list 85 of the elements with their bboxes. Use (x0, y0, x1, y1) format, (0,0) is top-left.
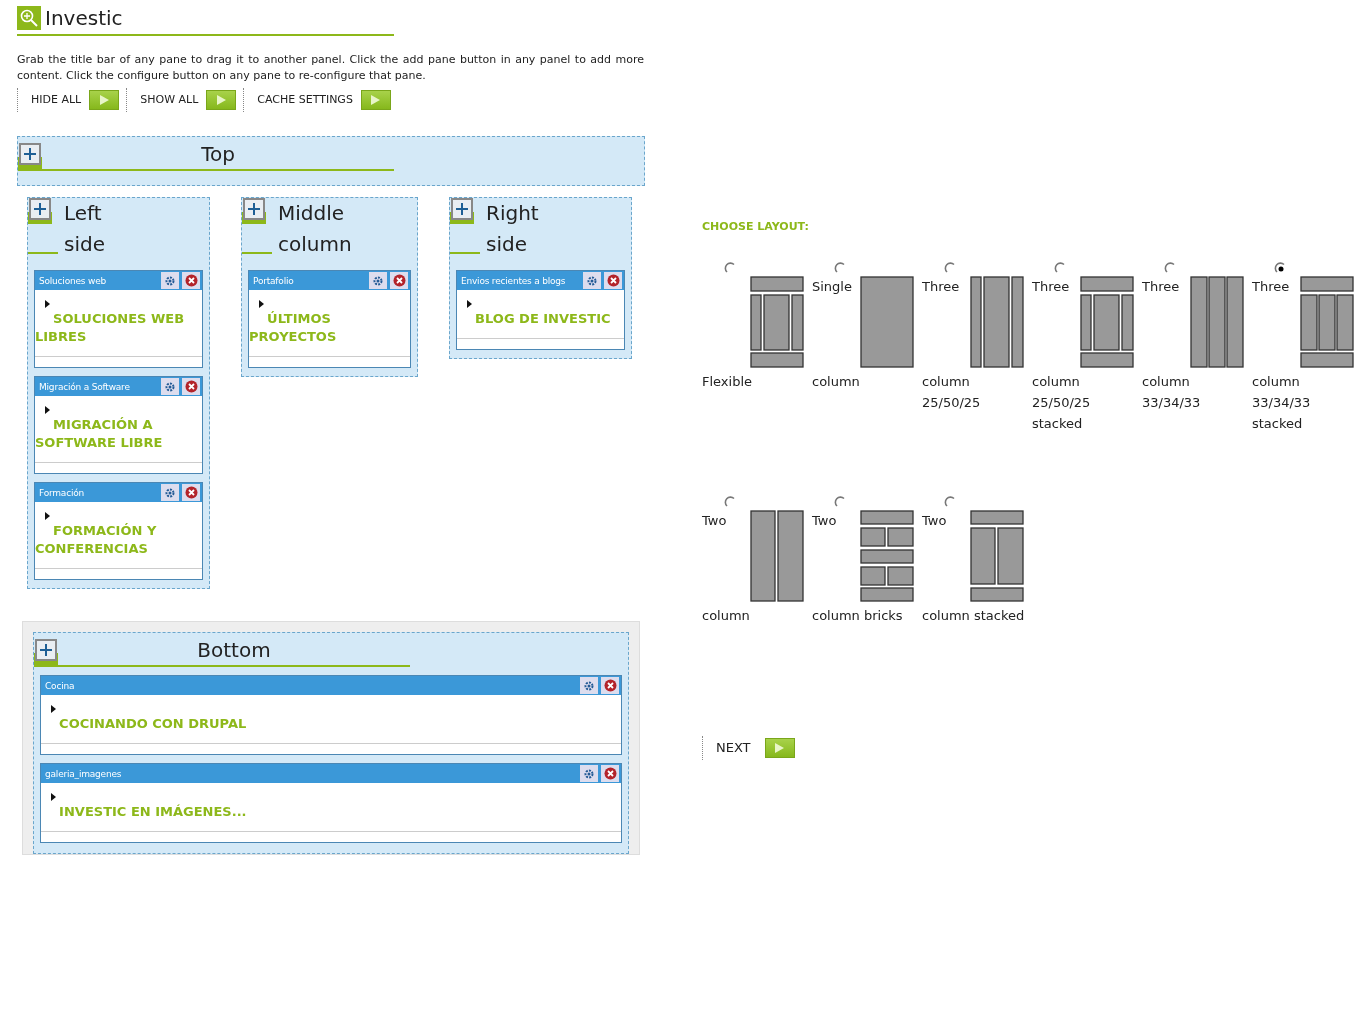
layout-caption: column 33/34/33 (1142, 372, 1202, 412)
action-label: CACHE SETTINGS (257, 91, 353, 108)
caret-icon (45, 406, 50, 414)
region-title: Top (200, 141, 236, 168)
settings-button[interactable] (369, 272, 387, 289)
go-button[interactable] (360, 90, 391, 110)
close-button[interactable] (601, 677, 619, 694)
gear-icon (583, 679, 595, 692)
description-text: Grab the title bar of any pane to drag it to another panel. Click the add pane button in any panel to add more content. Click the configure button on any pane to re-configure that pane. (17, 52, 644, 84)
region-title: Left side (64, 200, 105, 258)
close-button[interactable] (182, 484, 200, 501)
caret-icon (259, 300, 264, 308)
close-button[interactable] (390, 272, 408, 289)
close-button[interactable] (182, 272, 200, 289)
region-title: Right side (486, 200, 539, 258)
layout-caption: Flexible (702, 372, 754, 391)
gear-icon (372, 274, 384, 287)
next-button[interactable] (764, 737, 795, 758)
settings-button[interactable] (161, 378, 179, 395)
caret-icon (51, 705, 56, 713)
add-pane-button[interactable] (18, 143, 42, 169)
content-link[interactable]: INVESTIC EN IMÁGENES... (41, 803, 621, 821)
close-icon (184, 486, 198, 499)
gear-icon (583, 767, 595, 780)
play-icon (371, 95, 381, 105)
next-label: NEXT (716, 738, 751, 757)
layout-label: Single (812, 277, 853, 296)
caret-icon (467, 300, 472, 308)
layout-label: Two (702, 511, 728, 530)
gear-icon (164, 380, 176, 393)
close-icon (392, 274, 406, 287)
layout-caption: column 25/50/25 (922, 372, 982, 412)
layout-label: Three (922, 277, 961, 296)
add-pane-button[interactable] (28, 198, 52, 224)
gear-icon (586, 274, 598, 287)
settings-button[interactable] (580, 677, 598, 694)
layout-label: Three (1032, 277, 1071, 296)
content-link[interactable]: FORMACIÓN Y CONFERENCIAS (35, 522, 202, 558)
page-title: Investic (45, 6, 123, 30)
layout-caption: column 25/50/25 stacked (1032, 372, 1092, 433)
play-icon (775, 742, 785, 753)
content-link[interactable]: MIGRACIÓN A SOFTWARE LIBRE (35, 416, 202, 452)
content-link[interactable]: BLOG DE INVESTIC (457, 310, 624, 328)
go-button[interactable] (206, 90, 237, 110)
gear-icon (164, 274, 176, 287)
gear-icon (164, 486, 176, 499)
settings-button[interactable] (161, 484, 179, 501)
caret-icon (45, 300, 50, 308)
layout-caption: column bricks (812, 606, 904, 625)
close-icon (606, 274, 620, 287)
caret-icon (51, 793, 56, 801)
close-icon (184, 274, 198, 287)
content-link[interactable]: ÚLTIMOS PROYECTOS (249, 310, 410, 346)
section-heading: CHOOSE LAYOUT: (702, 219, 810, 235)
layout-label: Two (922, 511, 948, 530)
layout-caption: column 33/34/33 stacked (1252, 372, 1312, 433)
settings-button[interactable] (583, 272, 601, 289)
close-icon (603, 767, 617, 780)
layout-label: Three (1142, 277, 1181, 296)
region-title: Bottom (196, 637, 272, 664)
add-pane-button[interactable] (34, 639, 58, 665)
close-icon (184, 380, 198, 393)
content-link[interactable]: SOLUCIONES WEB LIBRES (35, 310, 202, 346)
caret-icon (45, 512, 50, 520)
region-title: Middle column (278, 200, 352, 258)
action-label: HIDE ALL (31, 91, 82, 108)
content-link[interactable]: COCINANDO CON DRUPAL (41, 715, 621, 733)
close-icon (603, 679, 617, 692)
close-button[interactable] (604, 272, 622, 289)
add-pane-button[interactable] (450, 198, 474, 224)
add-pane-button[interactable] (242, 198, 266, 224)
close-button[interactable] (601, 765, 619, 782)
layout-label: Two (812, 511, 838, 530)
layout-caption: column (702, 606, 751, 625)
magnifier-icon (17, 6, 41, 30)
settings-button[interactable] (580, 765, 598, 782)
layout-caption: column (812, 372, 861, 391)
close-button[interactable] (182, 378, 200, 395)
play-icon (99, 95, 109, 105)
action-label: SHOW ALL (140, 91, 199, 108)
layout-caption: column stacked (922, 606, 1026, 625)
settings-button[interactable] (161, 272, 179, 289)
go-button[interactable] (89, 90, 120, 110)
layout-label: Three (1252, 277, 1291, 296)
play-icon (216, 95, 226, 105)
